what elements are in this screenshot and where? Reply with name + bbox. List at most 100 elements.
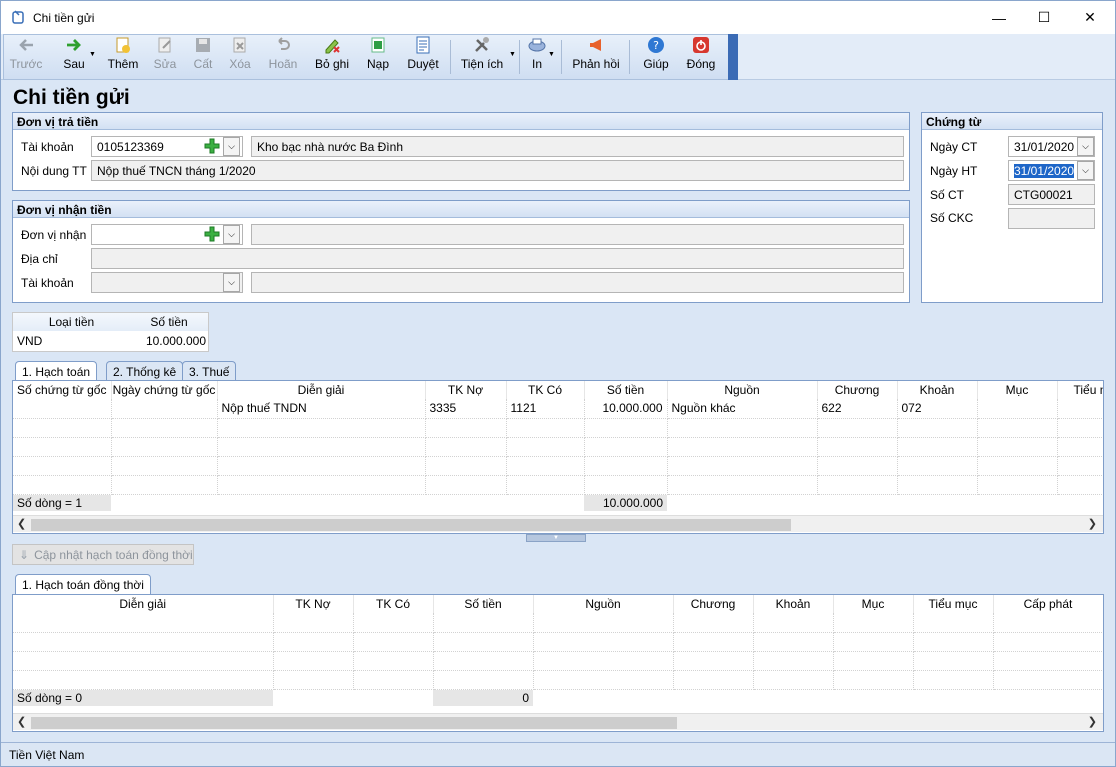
utility-dropdown-icon[interactable]: ▼ <box>509 51 516 58</box>
feedback-button[interactable]: Phản hồi <box>570 36 622 76</box>
total-amount: 0 <box>433 689 533 706</box>
payee-unit-input[interactable] <box>91 224 243 245</box>
col-header[interactable]: Nguồn <box>533 595 674 613</box>
splitter-handle[interactable]: ▼ <box>526 534 586 542</box>
print-dropdown-icon[interactable]: ▼ <box>548 51 555 58</box>
cell-item[interactable]: 072 <box>897 399 978 419</box>
add-plus-icon[interactable] <box>204 138 220 154</box>
cell-source[interactable]: Nguồn khác <box>667 399 818 419</box>
edit-button[interactable]: Sửa <box>149 36 181 76</box>
horizontal-scrollbar[interactable]: ❮ ❯ <box>13 515 1103 532</box>
col-header[interactable]: TK Nợ <box>273 595 354 613</box>
next-button[interactable]: Sau <box>56 36 92 76</box>
table-row[interactable] <box>13 651 1103 671</box>
col-header[interactable]: Khoản <box>897 381 978 399</box>
col-header[interactable]: Số chứng từ gốc <box>13 381 112 399</box>
close-window-button[interactable]: ✕ <box>1067 1 1113 34</box>
scroll-right-icon[interactable]: ❯ <box>1088 715 1097 728</box>
undo-button[interactable]: Hoãn <box>265 36 301 76</box>
table-row[interactable] <box>13 475 1103 495</box>
toolbar-overflow-button[interactable] <box>728 34 738 80</box>
table-row[interactable] <box>13 670 1103 690</box>
add-plus-icon[interactable] <box>204 226 220 242</box>
delete-button[interactable]: Xóa <box>224 36 256 76</box>
close-button[interactable]: Đóng <box>684 36 718 76</box>
col-header[interactable]: Diễn giải <box>13 595 274 613</box>
cell-credit[interactable]: 1121 <box>506 399 585 419</box>
payer-account-dropdown[interactable]: ⌵ <box>223 137 240 156</box>
col-header[interactable]: TK Có <box>506 381 585 399</box>
cell[interactable] <box>977 399 1058 419</box>
print-button[interactable]: In <box>525 36 549 76</box>
table-row[interactable] <box>13 632 1103 652</box>
col-header[interactable]: Diễn giải <box>217 381 426 399</box>
toolbar-separator <box>629 40 630 74</box>
table-row[interactable] <box>13 418 1103 438</box>
col-header[interactable]: Cấp phát <box>993 595 1103 613</box>
next-label: Sau <box>63 57 85 71</box>
scroll-thumb[interactable] <box>31 519 791 531</box>
col-header[interactable]: Tiểu mục <box>913 595 994 613</box>
toolbar-separator <box>561 40 562 74</box>
col-header[interactable]: TK Nợ <box>425 381 507 399</box>
currency-amount-cell[interactable]: 10.000.000 <box>130 331 208 350</box>
date-ht-dropdown[interactable]: ⌵ <box>1077 161 1094 180</box>
col-header[interactable]: Tiểu mục <box>1057 381 1103 399</box>
so-ct-input[interactable]: CTG00021 <box>1008 184 1095 205</box>
cell-amount[interactable]: 10.000.000 <box>584 399 668 419</box>
save-button[interactable]: Cất <box>187 36 219 76</box>
table-row[interactable] <box>13 437 1103 457</box>
tab-thong-ke[interactable]: 2. Thống kê <box>106 361 184 381</box>
scroll-thumb[interactable] <box>31 717 677 729</box>
minimize-button[interactable]: — <box>976 1 1022 34</box>
payer-account-input[interactable]: 0105123369 <box>91 136 243 157</box>
help-button[interactable]: ? Giúp <box>640 36 672 76</box>
payee-account-dropdown[interactable]: ⌵ <box>223 273 240 292</box>
unpost-button[interactable]: Bỏ ghi <box>312 36 352 76</box>
cell[interactable] <box>111 399 218 419</box>
col-header[interactable]: Mục <box>977 381 1058 399</box>
cell-chapter[interactable]: 622 <box>817 399 898 419</box>
col-header[interactable]: TK Có <box>353 595 434 613</box>
horizontal-scrollbar[interactable]: ❮ ❯ <box>13 713 1103 730</box>
add-button[interactable]: Thêm <box>105 36 141 76</box>
date-ct-dropdown[interactable]: ⌵ <box>1077 137 1094 156</box>
scroll-left-icon[interactable]: ❮ <box>17 517 26 530</box>
update-concurrent-button[interactable]: ⇓ Cập nhật hạch toán đồng thời <box>12 544 194 565</box>
load-button[interactable]: Nạp <box>362 36 394 76</box>
tab-hach-toan[interactable]: 1. Hạch toán <box>15 361 98 382</box>
date-ht-label: Ngày HT <box>930 164 978 178</box>
col-header[interactable]: Nguồn <box>667 381 818 399</box>
maximize-button[interactable]: ☐ <box>1021 1 1067 34</box>
col-header[interactable]: Chương <box>817 381 898 399</box>
payer-content-input[interactable]: Nộp thuế TNCN tháng 1/2020 <box>91 160 904 181</box>
tab-thue[interactable]: 3. Thuế <box>182 361 237 381</box>
col-header[interactable]: Khoản <box>753 595 834 613</box>
cell[interactable] <box>1057 399 1103 419</box>
payee-address-input[interactable] <box>91 248 904 269</box>
col-header[interactable]: Số tiền <box>584 381 668 399</box>
approve-button[interactable]: Duyệt <box>404 36 442 76</box>
cell-desc[interactable]: Nộp thuế TNDN <box>217 399 426 419</box>
title-bar: Chi tiền gửi — ☐ ✕ <box>1 1 1115 34</box>
col-header[interactable]: Mục <box>833 595 914 613</box>
close-label: Đóng <box>686 57 716 71</box>
scroll-left-icon[interactable]: ❮ <box>17 715 26 728</box>
utility-button[interactable]: Tiện ích <box>459 36 505 76</box>
payee-account-input[interactable] <box>91 272 243 293</box>
cell[interactable] <box>13 399 112 419</box>
col-header[interactable]: Số tiền <box>433 595 534 613</box>
scroll-right-icon[interactable]: ❯ <box>1088 517 1097 530</box>
next-dropdown-icon[interactable]: ▼ <box>89 51 96 58</box>
col-header[interactable]: Chương <box>673 595 754 613</box>
prev-button[interactable]: Trước <box>7 36 45 76</box>
table-row[interactable]: Nộp thuế TNDN 3335 1121 10.000.000 Nguồn… <box>13 399 1103 419</box>
table-row[interactable] <box>13 456 1103 476</box>
payee-unit-dropdown[interactable]: ⌵ <box>223 225 240 244</box>
table-row[interactable] <box>13 613 1103 633</box>
col-header[interactable]: Ngày chứng từ gốc <box>111 381 218 399</box>
currency-type-cell[interactable]: VND <box>13 331 130 350</box>
so-ckc-input[interactable] <box>1008 208 1095 229</box>
tab-concurrent[interactable]: 1. Hạch toán đồng thời <box>15 574 151 595</box>
cell-debit[interactable]: 3335 <box>425 399 507 419</box>
